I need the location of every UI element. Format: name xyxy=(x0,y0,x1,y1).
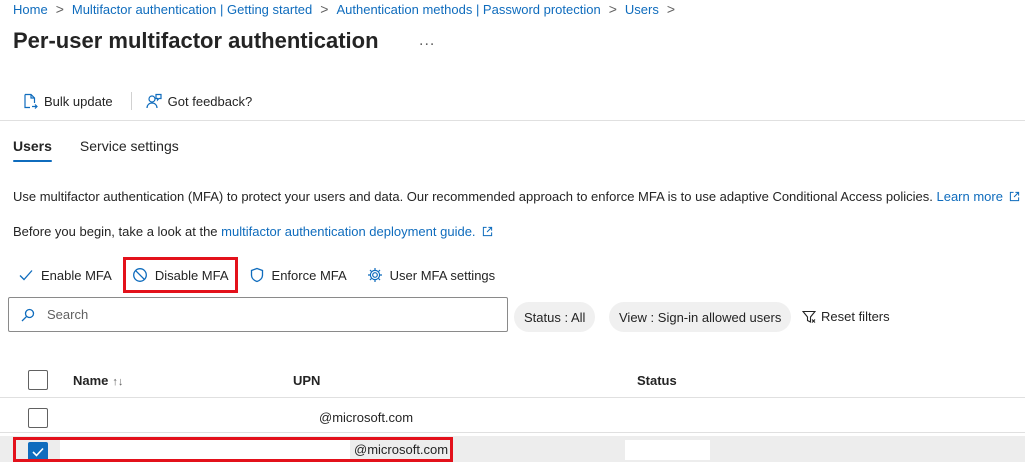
user-mfa-settings-label: User MFA settings xyxy=(389,267,496,283)
mfa-info-description: Use multifactor authentication (MFA) to … xyxy=(13,189,933,204)
external-link-icon xyxy=(1009,191,1020,202)
bulk-update-label: Bulk update xyxy=(44,93,113,109)
search-icon xyxy=(21,308,35,321)
checkmark-icon xyxy=(19,270,33,281)
tab-list: Users Service settings xyxy=(13,138,179,162)
reset-filters-button[interactable]: Reset filters xyxy=(802,309,890,324)
breadcrumb-home[interactable]: Home xyxy=(13,2,48,17)
enforce-mfa-button[interactable]: Enforce MFA xyxy=(249,267,347,283)
search-box[interactable] xyxy=(8,297,508,332)
select-all-checkbox[interactable] xyxy=(28,370,48,390)
gear-icon xyxy=(367,268,382,282)
deployment-guide-text: Before you begin, take a look at the mul… xyxy=(13,224,493,239)
deployment-guide-prefix: Before you begin, take a look at the xyxy=(13,224,218,239)
bulk-update-button[interactable]: Bulk update xyxy=(22,93,113,109)
command-divider xyxy=(130,92,132,110)
user-upn-cell: @microsoft.com xyxy=(319,410,414,425)
user-mfa-settings-button[interactable]: User MFA settings xyxy=(367,267,495,283)
learn-more-link[interactable]: Learn more xyxy=(936,189,1020,204)
table-row[interactable]: @microsoft.com xyxy=(0,400,1025,433)
tab-users[interactable]: Users xyxy=(13,138,52,162)
document-arrow-icon xyxy=(24,93,38,109)
status-filter-pill[interactable]: Status : All xyxy=(514,302,596,332)
search-input[interactable] xyxy=(47,307,477,322)
mfa-info-text: Use multifactor authentication (MFA) to … xyxy=(13,189,1020,204)
enable-mfa-button[interactable]: Enable MFA xyxy=(18,267,112,283)
selected-row-highlight xyxy=(13,437,453,462)
redacted-status xyxy=(625,440,710,460)
shield-icon xyxy=(250,267,263,283)
row-checkbox[interactable] xyxy=(28,408,48,428)
feedback-person-icon xyxy=(146,93,162,109)
feedback-label: Got feedback? xyxy=(167,93,253,109)
tab-service-settings[interactable]: Service settings xyxy=(80,138,179,162)
breadcrumb-separator: > xyxy=(608,1,617,17)
breadcrumb-mfa-getting-started[interactable]: Multifactor authentication | Getting sta… xyxy=(72,2,312,17)
view-filter-pill[interactable]: View : Sign-in allowed users xyxy=(609,302,792,332)
enforce-mfa-label: Enforce MFA xyxy=(271,267,347,283)
breadcrumb: Home > Multifactor authentication | Gett… xyxy=(13,0,683,18)
page-title: Per-user multifactor authentication xyxy=(13,28,379,53)
breadcrumb-separator: > xyxy=(55,1,64,17)
table-header-row: Name ↑↓ UPN Status xyxy=(0,360,1025,398)
column-header-name[interactable]: Name ↑↓ xyxy=(73,373,123,388)
breadcrumb-separator: > xyxy=(666,1,676,17)
feedback-button[interactable]: Got feedback? xyxy=(146,93,253,109)
external-link-icon xyxy=(482,226,492,237)
column-header-upn[interactable]: UPN xyxy=(293,373,320,388)
breadcrumb-auth-methods[interactable]: Authentication methods | Password protec… xyxy=(336,2,600,17)
disable-mfa-button[interactable]: Disable MFA xyxy=(122,257,238,293)
deployment-guide-link[interactable]: multifactor authentication deployment gu… xyxy=(221,224,492,239)
more-options-icon[interactable]: ... xyxy=(419,32,435,50)
reset-filters-label: Reset filters xyxy=(821,309,890,324)
disable-mfa-label: Disable MFA xyxy=(154,267,229,283)
command-bar: Bulk update Got feedback? xyxy=(22,90,252,112)
breadcrumb-separator: > xyxy=(320,1,329,17)
filter-dismiss-icon xyxy=(802,310,816,323)
sort-icon: ↑↓ xyxy=(112,376,124,388)
column-header-status[interactable]: Status xyxy=(637,373,677,388)
header-divider xyxy=(0,120,1025,121)
mfa-action-bar: Enable MFA Disable MFA Enforce MFA User … xyxy=(18,257,515,293)
prohibited-icon xyxy=(132,268,147,282)
enable-mfa-label: Enable MFA xyxy=(41,267,112,283)
breadcrumb-users[interactable]: Users xyxy=(625,2,659,17)
